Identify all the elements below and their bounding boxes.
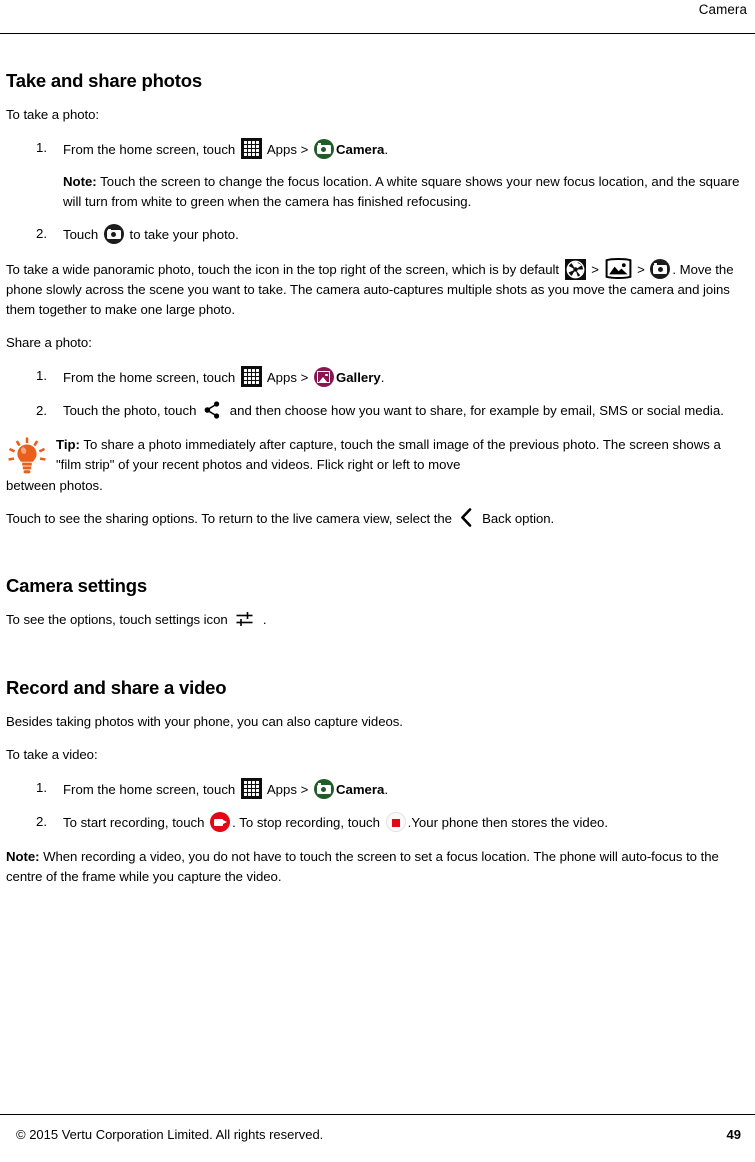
step-text-middle: Apps > [266, 781, 309, 797]
note-video-focus: Note: When recording a video, you do not… [6, 847, 747, 887]
settings-sliders-icon[interactable] [236, 611, 253, 627]
page-header: Camera [0, 0, 755, 36]
step-text-end: . [384, 142, 389, 158]
footer-divider [0, 1114, 755, 1115]
panorama-gt-1: > [591, 261, 599, 277]
back-text-end: Back option. [482, 511, 555, 527]
apps-grid-icon[interactable] [240, 366, 262, 388]
aperture-mode-icon[interactable] [564, 258, 586, 280]
list-item: From the home screen, touch Apps > Camer… [6, 777, 747, 800]
paragraph-back-option: Touch to see the sharing options. To ret… [6, 508, 747, 529]
camera-app-icon[interactable] [313, 778, 334, 799]
list-item: From the home screen, touch Apps > Camer… [6, 138, 747, 212]
step-text-prefix: Touch [63, 227, 99, 243]
note-text: When recording a video, you do not have … [6, 848, 719, 884]
list-item: To start recording, touch . To stop reco… [6, 812, 747, 833]
back-chevron-icon[interactable] [460, 508, 472, 528]
paragraph-besides-taking-photos: Besides taking photos with your phone, y… [6, 713, 403, 729]
app-name-gallery: Gallery [335, 370, 381, 386]
paragraph-share-a-photo: Share a photo: [6, 335, 92, 351]
paragraph-panorama: To take a wide panoramic photo, touch th… [6, 257, 747, 320]
panorama-mode-icon[interactable] [605, 257, 632, 279]
step-text-middle: . To stop recording, touch [232, 815, 380, 831]
page-content: Take and share photos To take a photo: F… [6, 70, 747, 900]
list-item: From the home screen, touch Apps > Galle… [6, 366, 747, 388]
list-item: Touch the photo, touch and then choose h… [6, 400, 747, 422]
note-focus-location: Note: Touch the screen to change the foc… [63, 172, 747, 213]
heading-record-and-share-a-video: Record and share a video [6, 676, 227, 698]
step-text-prefix: To start recording, touch [63, 815, 205, 831]
video-camera-glyph [213, 818, 228, 826]
header-chapter-title: Camera [698, 2, 747, 17]
list-item: Touch to take your photo. [6, 224, 747, 245]
step-text-end: .Your phone then stores the video. [407, 815, 609, 831]
camera-app-icon[interactable] [313, 139, 334, 160]
steps-take-a-photo: From the home screen, touch Apps > Camer… [6, 138, 747, 246]
apps-grid-dots [243, 369, 259, 385]
tip-block: Tip: To share a photo immediately after … [6, 435, 747, 496]
panorama-gt-2: > [637, 261, 645, 277]
app-name-camera: Camera [335, 781, 385, 797]
video-stop-icon[interactable] [385, 812, 406, 833]
apps-grid-icon[interactable] [240, 138, 262, 160]
step-text-middle: Apps > [266, 370, 309, 386]
camera-shutter-icon-panorama[interactable] [650, 258, 671, 279]
heading-take-and-share-photos: Take and share photos [6, 70, 202, 91]
tip-text-block: Tip: To share a photo immediately after … [56, 435, 747, 476]
shutter-glyph [106, 228, 121, 240]
step-text-prefix: From the home screen, touch [63, 142, 236, 158]
settings-text-end: . [262, 612, 267, 628]
apps-grid-dots [243, 141, 259, 157]
video-record-icon[interactable] [210, 812, 231, 833]
document-page: Camera Take and share photos To take a p… [0, 0, 755, 1162]
gallery-photo-glyph [317, 371, 331, 384]
paragraph-to-take-a-photo: To take a photo: [6, 107, 100, 122]
back-text-prefix: Touch to see the sharing options. To ret… [6, 511, 452, 527]
steps-take-a-video: From the home screen, touch Apps > Camer… [6, 777, 747, 834]
step-text-prefix: From the home screen, touch [63, 781, 236, 797]
note-label: Note: [6, 848, 40, 864]
paragraph-camera-settings: To see the options, touch settings icon … [6, 610, 747, 630]
step-text-end: to take your photo. [129, 227, 239, 243]
footer-page-number: 49 [726, 1127, 741, 1142]
step-text-prefix: Touch the photo, touch [63, 402, 197, 418]
footer-copyright: © 2015 Vertu Corporation Limited. All ri… [16, 1127, 324, 1142]
apps-grid-icon[interactable] [240, 777, 262, 799]
app-name-camera: Camera [335, 142, 385, 158]
step-text-end: and then choose how you want to share, f… [229, 402, 724, 418]
stop-square-glyph [392, 818, 401, 827]
step-text-end: . [384, 781, 389, 797]
step-text-end: . [380, 370, 385, 386]
gallery-app-icon[interactable] [313, 367, 334, 388]
share-icon[interactable] [204, 400, 220, 419]
shutter-glyph [653, 263, 668, 274]
camera-glyph [316, 783, 331, 794]
note-label: Note: [63, 173, 97, 189]
apps-grid-dots [243, 780, 259, 796]
settings-text-prefix: To see the options, touch settings icon [6, 612, 228, 628]
camera-shutter-icon[interactable] [103, 224, 124, 245]
step-text-middle: Apps > [266, 142, 309, 158]
tip-text-continuation: between photos. [6, 477, 103, 493]
steps-share-a-photo: From the home screen, touch Apps > Galle… [6, 366, 747, 421]
tip-label: Tip: [56, 437, 80, 453]
tip-text: To share a photo immediately after captu… [56, 437, 721, 473]
header-divider [0, 33, 755, 34]
heading-camera-settings: Camera settings [6, 575, 147, 597]
lightbulb-tip-icon [6, 436, 48, 478]
step-text-prefix: From the home screen, touch [63, 370, 236, 386]
panorama-text-part1: To take a wide panoramic photo, touch th… [6, 261, 559, 277]
paragraph-to-take-a-video: To take a video: [6, 746, 98, 762]
page-footer: © 2015 Vertu Corporation Limited. All ri… [0, 1114, 755, 1162]
note-text: Touch the screen to change the focus loc… [63, 173, 740, 209]
camera-glyph [316, 143, 331, 155]
